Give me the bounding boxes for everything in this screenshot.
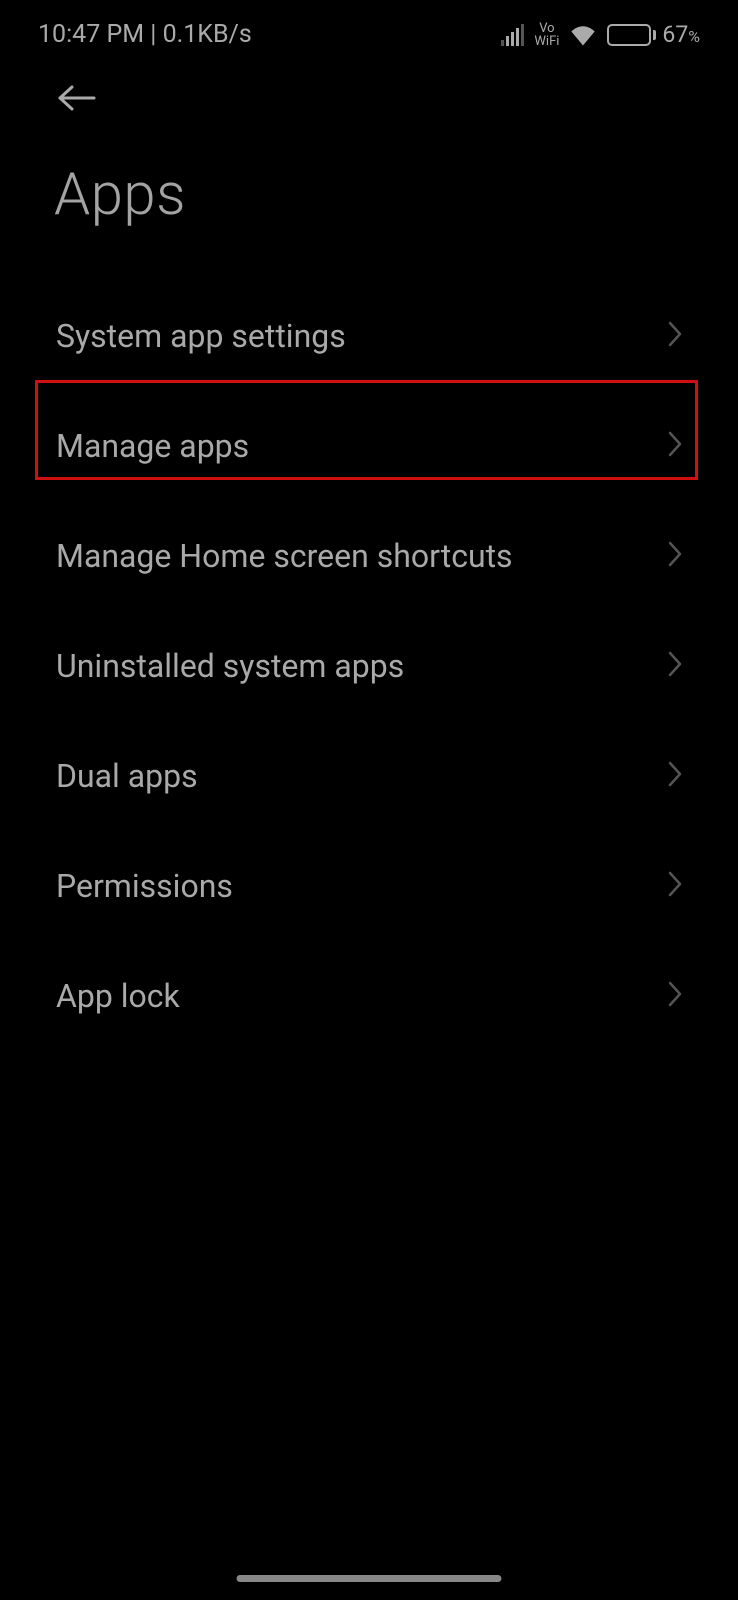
chevron-right-icon: [668, 541, 682, 571]
arrow-left-icon: [56, 83, 96, 113]
battery-percentage: 67: [662, 21, 688, 48]
home-indicator[interactable]: [237, 1575, 502, 1582]
menu-uninstalled-system-apps[interactable]: Uninstalled system apps: [0, 611, 738, 721]
settings-list: System app settings Manage apps Manage H…: [0, 281, 738, 1051]
chevron-right-icon: [668, 321, 682, 351]
list-item-label: System app settings: [56, 317, 346, 355]
page-title: Apps: [0, 127, 738, 281]
menu-app-lock[interactable]: App lock: [0, 941, 738, 1051]
status-network-speed: 0.1KB/s: [163, 20, 252, 49]
list-item-label: Uninstalled system apps: [56, 647, 404, 685]
status-separator: |: [144, 20, 163, 49]
menu-manage-home-screen-shortcuts[interactable]: Manage Home screen shortcuts: [0, 501, 738, 611]
menu-manage-apps[interactable]: Manage apps: [0, 391, 738, 501]
status-left: 10:47 PM | 0.1KB/s: [38, 20, 252, 49]
wifi-icon: [569, 24, 597, 46]
status-bar: 10:47 PM | 0.1KB/s Vo WiFi 67%: [0, 0, 738, 59]
chevron-right-icon: [668, 981, 682, 1011]
vowifi-icon: Vo WiFi: [534, 22, 559, 48]
battery-icon: 67%: [607, 21, 700, 48]
chevron-right-icon: [668, 431, 682, 461]
list-item-label: Dual apps: [56, 757, 198, 795]
list-item-label: Manage apps: [56, 427, 249, 465]
list-item-label: Permissions: [56, 867, 233, 905]
chevron-right-icon: [668, 761, 682, 791]
menu-system-app-settings[interactable]: System app settings: [0, 281, 738, 391]
menu-dual-apps[interactable]: Dual apps: [0, 721, 738, 831]
status-right: Vo WiFi 67%: [501, 21, 700, 48]
status-time: 10:47 PM: [38, 20, 144, 49]
list-item-label: Manage Home screen shortcuts: [56, 537, 513, 575]
chevron-right-icon: [668, 651, 682, 681]
list-item-label: App lock: [56, 977, 180, 1015]
chevron-right-icon: [668, 871, 682, 901]
back-button[interactable]: [0, 59, 738, 127]
menu-permissions[interactable]: Permissions: [0, 831, 738, 941]
cellular-signal-icon: [501, 24, 524, 46]
